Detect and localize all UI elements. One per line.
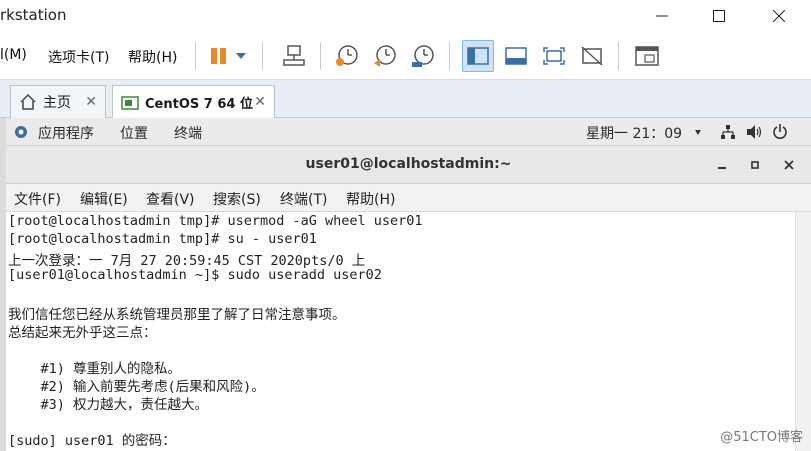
snapshot-manager-icon	[412, 45, 434, 67]
terminal-line: 上一次登录：一 7月 27 20:59:45 CST 2020pts/0 上	[8, 253, 366, 269]
terminal-line: #1) 尊重别人的隐私。	[8, 361, 182, 377]
terminal-title: user01@localhostadmin:~	[305, 156, 512, 172]
tab-home[interactable]: 主页 ✕	[10, 85, 106, 118]
menu-file[interactable]: 文件(F)	[14, 189, 61, 209]
terminal-line: [user01@localhostadmin ~]$ sudo useradd …	[8, 267, 382, 283]
toolbar-separator	[262, 42, 263, 70]
vm-icon	[121, 95, 139, 110]
tab-home-label: 主页	[43, 95, 71, 111]
dropdown-arrow-icon[interactable]	[694, 124, 702, 140]
vmware-tabbar: 主页 ✕ CentOS 7 64 位 ✕	[0, 80, 811, 119]
terminal-header: user01@localhostadmin:~	[6, 146, 811, 184]
applications-menu[interactable]: 应用程序	[38, 123, 94, 143]
menu-search[interactable]: 搜索(S)	[213, 189, 261, 209]
revert-snapshot-button[interactable]	[369, 40, 401, 72]
maximize-icon	[713, 10, 725, 22]
maximize-icon	[751, 161, 759, 169]
unity-mode-button[interactable]	[576, 40, 608, 72]
unity-disabled-icon	[581, 46, 603, 66]
terminal-app-menu[interactable]: 终端	[174, 123, 202, 143]
close-icon	[773, 10, 785, 22]
terminal-line: #2) 输入前要先考虑(后果和风险)。	[8, 379, 265, 395]
terminal-line: [root@localhostadmin tmp]# usermod -aG w…	[8, 213, 423, 229]
volume-icon[interactable]	[746, 124, 762, 140]
applications-icon	[15, 126, 27, 138]
menu-terminal[interactable]: 终端(T)	[280, 189, 327, 209]
minimize-button[interactable]	[639, 0, 685, 32]
network-icon[interactable]	[720, 124, 736, 140]
window-title: rkstation	[0, 6, 67, 24]
terminal-output[interactable]: [root@localhostadmin tmp]# usermod -aG w…	[6, 212, 795, 451]
toolbar-separator	[320, 42, 321, 70]
clock[interactable]: 星期一 21：09	[586, 123, 682, 143]
terminal-line: 总结起来无外乎这三点：	[8, 325, 157, 341]
close-window-button[interactable]	[756, 0, 802, 32]
menu-edit[interactable]: 编辑(E)	[80, 189, 128, 209]
toolbar-separator	[449, 42, 450, 70]
fullscreen-icon	[543, 47, 565, 65]
terminal-scrollbar[interactable]	[795, 212, 811, 451]
toolbar-separator	[618, 42, 619, 70]
snapshot-take-icon	[336, 45, 358, 66]
network-device-icon	[283, 45, 305, 66]
minimize-icon	[656, 15, 668, 17]
window-view-icon	[635, 46, 659, 66]
terminal-line: #3) 权力越大，责任越大。	[8, 397, 209, 413]
menu-vm[interactable]: l(M)	[0, 47, 27, 63]
terminal-maximize-button[interactable]	[746, 156, 764, 174]
toolbar-separator	[195, 42, 196, 70]
close-icon	[784, 160, 794, 170]
maximize-button[interactable]	[696, 0, 742, 32]
places-menu[interactable]: 位置	[120, 123, 148, 143]
snapshot-manager-button[interactable]	[407, 40, 439, 72]
terminal-line: [root@localhostadmin tmp]# su - user01	[8, 231, 317, 247]
view-options-button[interactable]	[631, 40, 663, 72]
pause-icon	[211, 48, 226, 64]
window-titlebar: rkstation	[0, 0, 811, 32]
menu-help-terminal[interactable]: 帮助(H)	[346, 189, 395, 209]
terminal-line: [sudo] user01 的密码：	[8, 433, 176, 449]
power-icon[interactable]	[772, 123, 788, 141]
take-snapshot-button[interactable]	[331, 40, 363, 72]
minimize-icon	[718, 167, 726, 169]
show-library-button[interactable]	[462, 40, 494, 72]
gnome-top-bar: 应用程序 位置 终端 星期一 21：09	[6, 118, 811, 146]
full-screen-button[interactable]	[538, 40, 570, 72]
terminal-minimize-button[interactable]	[713, 156, 731, 174]
send-ctrl-alt-del-button[interactable]	[278, 40, 310, 72]
sidebar-view-icon	[467, 47, 489, 65]
watermark: @51CTO博客	[720, 430, 803, 445]
menu-tabs[interactable]: 选项卡(T)	[48, 47, 109, 67]
show-thumbnail-bar-button[interactable]	[500, 40, 532, 72]
chevron-down-icon	[236, 53, 246, 59]
console-view-icon	[505, 47, 527, 65]
vmware-toolbar: l(M) 选项卡(T) 帮助(H)	[0, 32, 811, 80]
close-tab-home-icon[interactable]: ✕	[85, 94, 97, 110]
terminal-line: 我们信任您已经从系统管理员那里了解了日常注意事项。	[8, 307, 346, 323]
menu-view[interactable]: 查看(V)	[146, 189, 195, 209]
close-tab-centos-icon[interactable]: ✕	[254, 94, 266, 110]
terminal-close-button[interactable]	[780, 156, 798, 174]
tab-centos-vm[interactable]: CentOS 7 64 位 ✕	[112, 85, 275, 119]
home-icon	[20, 93, 36, 110]
snapshot-revert-icon	[374, 45, 396, 67]
terminal-menubar: 文件(F) 编辑(E) 查看(V) 搜索(S) 终端(T) 帮助(H)	[6, 184, 811, 212]
power-dropdown-button[interactable]	[231, 40, 251, 72]
menu-help[interactable]: 帮助(H)	[128, 47, 177, 67]
tab-centos-label: CentOS 7 64 位	[145, 97, 253, 112]
